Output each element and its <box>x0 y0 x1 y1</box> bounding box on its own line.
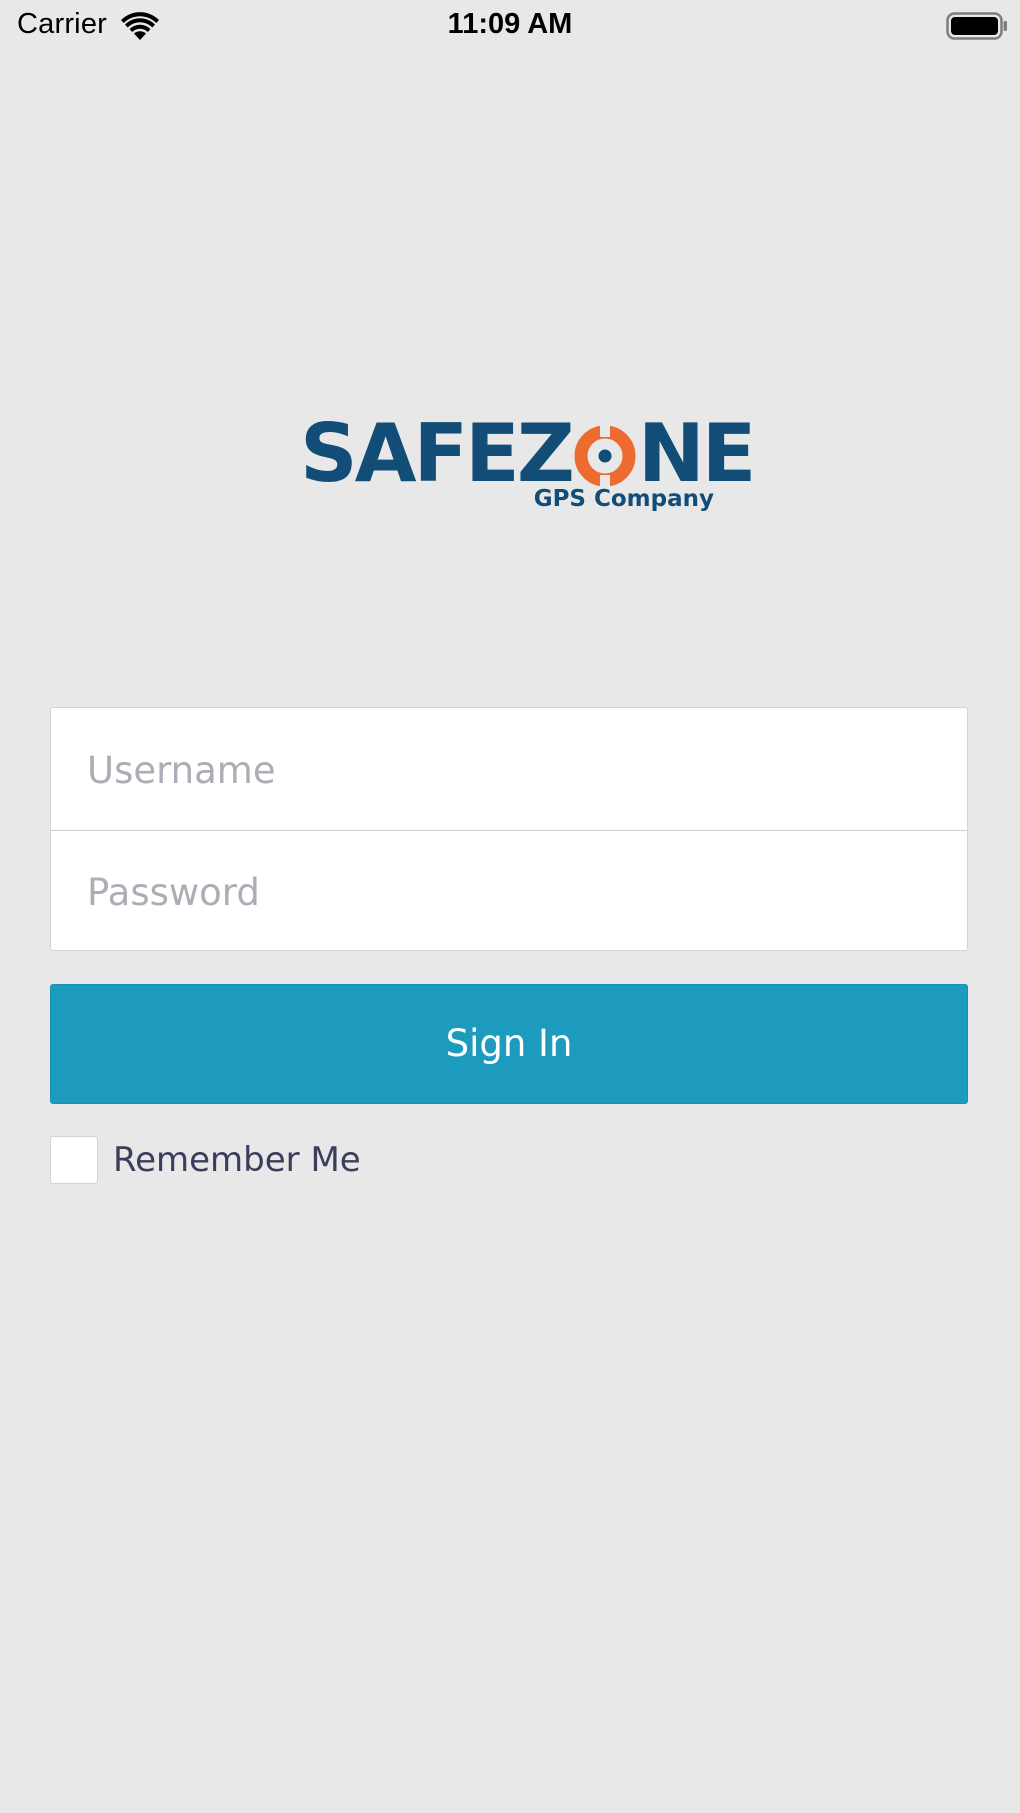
logo-wordmark: SAFEZ NE <box>300 407 757 500</box>
logo-tagline: GPS Company <box>533 486 714 512</box>
battery-icon <box>946 12 1007 40</box>
sign-in-button[interactable]: Sign In <box>50 984 968 1104</box>
target-icon <box>574 424 636 488</box>
remember-me-label[interactable]: Remember Me <box>113 1140 361 1180</box>
status-bar: Carrier 11:09 AM <box>0 0 1020 52</box>
remember-me-checkbox[interactable] <box>50 1136 98 1184</box>
logo-text-right: NE <box>637 407 757 500</box>
password-input[interactable] <box>51 832 967 953</box>
status-time: 11:09 AM <box>447 8 573 40</box>
field-divider <box>51 830 967 831</box>
logo-text-left: SAFEZ <box>300 407 575 500</box>
safezone-logo: SAFEZ NE GPS Company <box>300 414 756 524</box>
credentials-group <box>50 707 968 953</box>
remember-me-row[interactable]: Remember Me <box>50 1135 361 1185</box>
username-input[interactable] <box>51 710 967 831</box>
